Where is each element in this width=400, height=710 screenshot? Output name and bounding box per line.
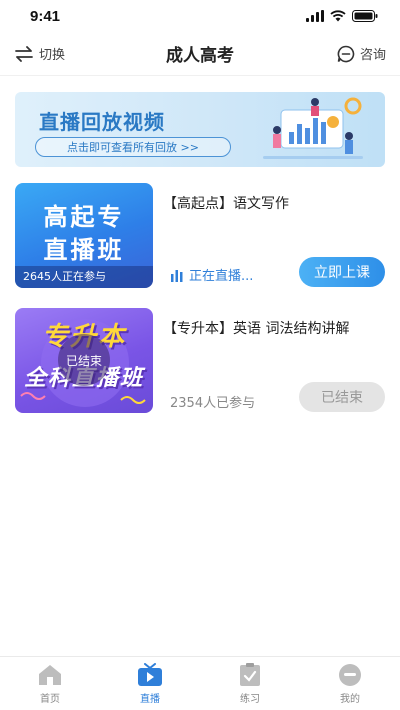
course-title: 【高起点】语文写作 xyxy=(163,196,289,212)
tab-bar: 首页 直播 练习 我的 xyxy=(0,656,400,710)
course-thumbnail[interactable]: 专升本 全科直播班 已结束 xyxy=(15,308,153,413)
consult-label: 咨询 xyxy=(359,48,386,63)
course-thumbnail[interactable]: 高起专 直播班 2645人正在参与 xyxy=(15,183,153,288)
tab-live[interactable]: 直播 xyxy=(100,657,200,710)
switch-icon xyxy=(15,45,33,62)
status-time: 9:41 xyxy=(30,7,61,25)
wifi-icon xyxy=(330,10,346,22)
course-title: 【专升本】英语 词法结构讲解 xyxy=(163,321,350,337)
home-icon xyxy=(39,664,61,685)
profile-icon xyxy=(339,663,361,686)
join-class-button[interactable]: 立即上课 xyxy=(299,257,385,287)
nav-bar: 切换 成人高考 咨询 xyxy=(0,32,400,76)
live-bars-icon xyxy=(171,269,183,282)
tab-home-label: 首页 xyxy=(40,693,60,705)
banner-illustration-icon xyxy=(263,97,363,159)
consult-button[interactable]: 咨询 xyxy=(337,44,386,63)
live-status-label: 正在直播... xyxy=(189,269,254,284)
battery-icon xyxy=(352,10,378,22)
exercise-icon xyxy=(240,662,260,686)
live-status: 正在直播... xyxy=(170,265,253,284)
tab-home[interactable]: 首页 xyxy=(0,657,100,710)
tab-exercise[interactable]: 练习 xyxy=(200,657,300,710)
thumb-line1: 高起专 xyxy=(43,203,125,231)
tv-icon xyxy=(138,662,162,686)
ended-overlay: 已结束 xyxy=(58,334,110,386)
course-card-ended[interactable]: 专升本 全科直播班 已结束 【专升本】英语 词法结构讲解 2354人已参与 已结… xyxy=(15,308,385,413)
consult-icon xyxy=(337,45,355,62)
switch-button[interactable]: 切换 xyxy=(14,44,65,63)
course-card-live[interactable]: 高起专 直播班 2645人正在参与 【高起点】语文写作 正在直播... 立即上课 xyxy=(15,183,385,288)
status-icons xyxy=(306,10,378,22)
banner-subtitle: 点击即可查看所有回放 >> xyxy=(35,137,231,157)
tab-profile[interactable]: 我的 xyxy=(300,657,400,710)
joined-count: 2354人已参与 xyxy=(170,396,256,411)
tab-live-label: 直播 xyxy=(140,693,160,705)
tab-profile-label: 我的 xyxy=(340,693,360,705)
thumb-line2: 直播班 xyxy=(43,236,125,264)
ended-button: 已结束 xyxy=(299,382,385,412)
participant-count: 2645人正在参与 xyxy=(15,266,153,288)
status-bar: 9:41 xyxy=(0,0,400,32)
replay-banner[interactable]: 直播回放视频 点击即可查看所有回放 >> xyxy=(15,92,385,167)
signal-icon xyxy=(306,10,324,22)
tab-exercise-label: 练习 xyxy=(240,693,260,705)
switch-label: 切换 xyxy=(39,48,66,63)
banner-title: 直播回放视频 xyxy=(39,110,165,134)
